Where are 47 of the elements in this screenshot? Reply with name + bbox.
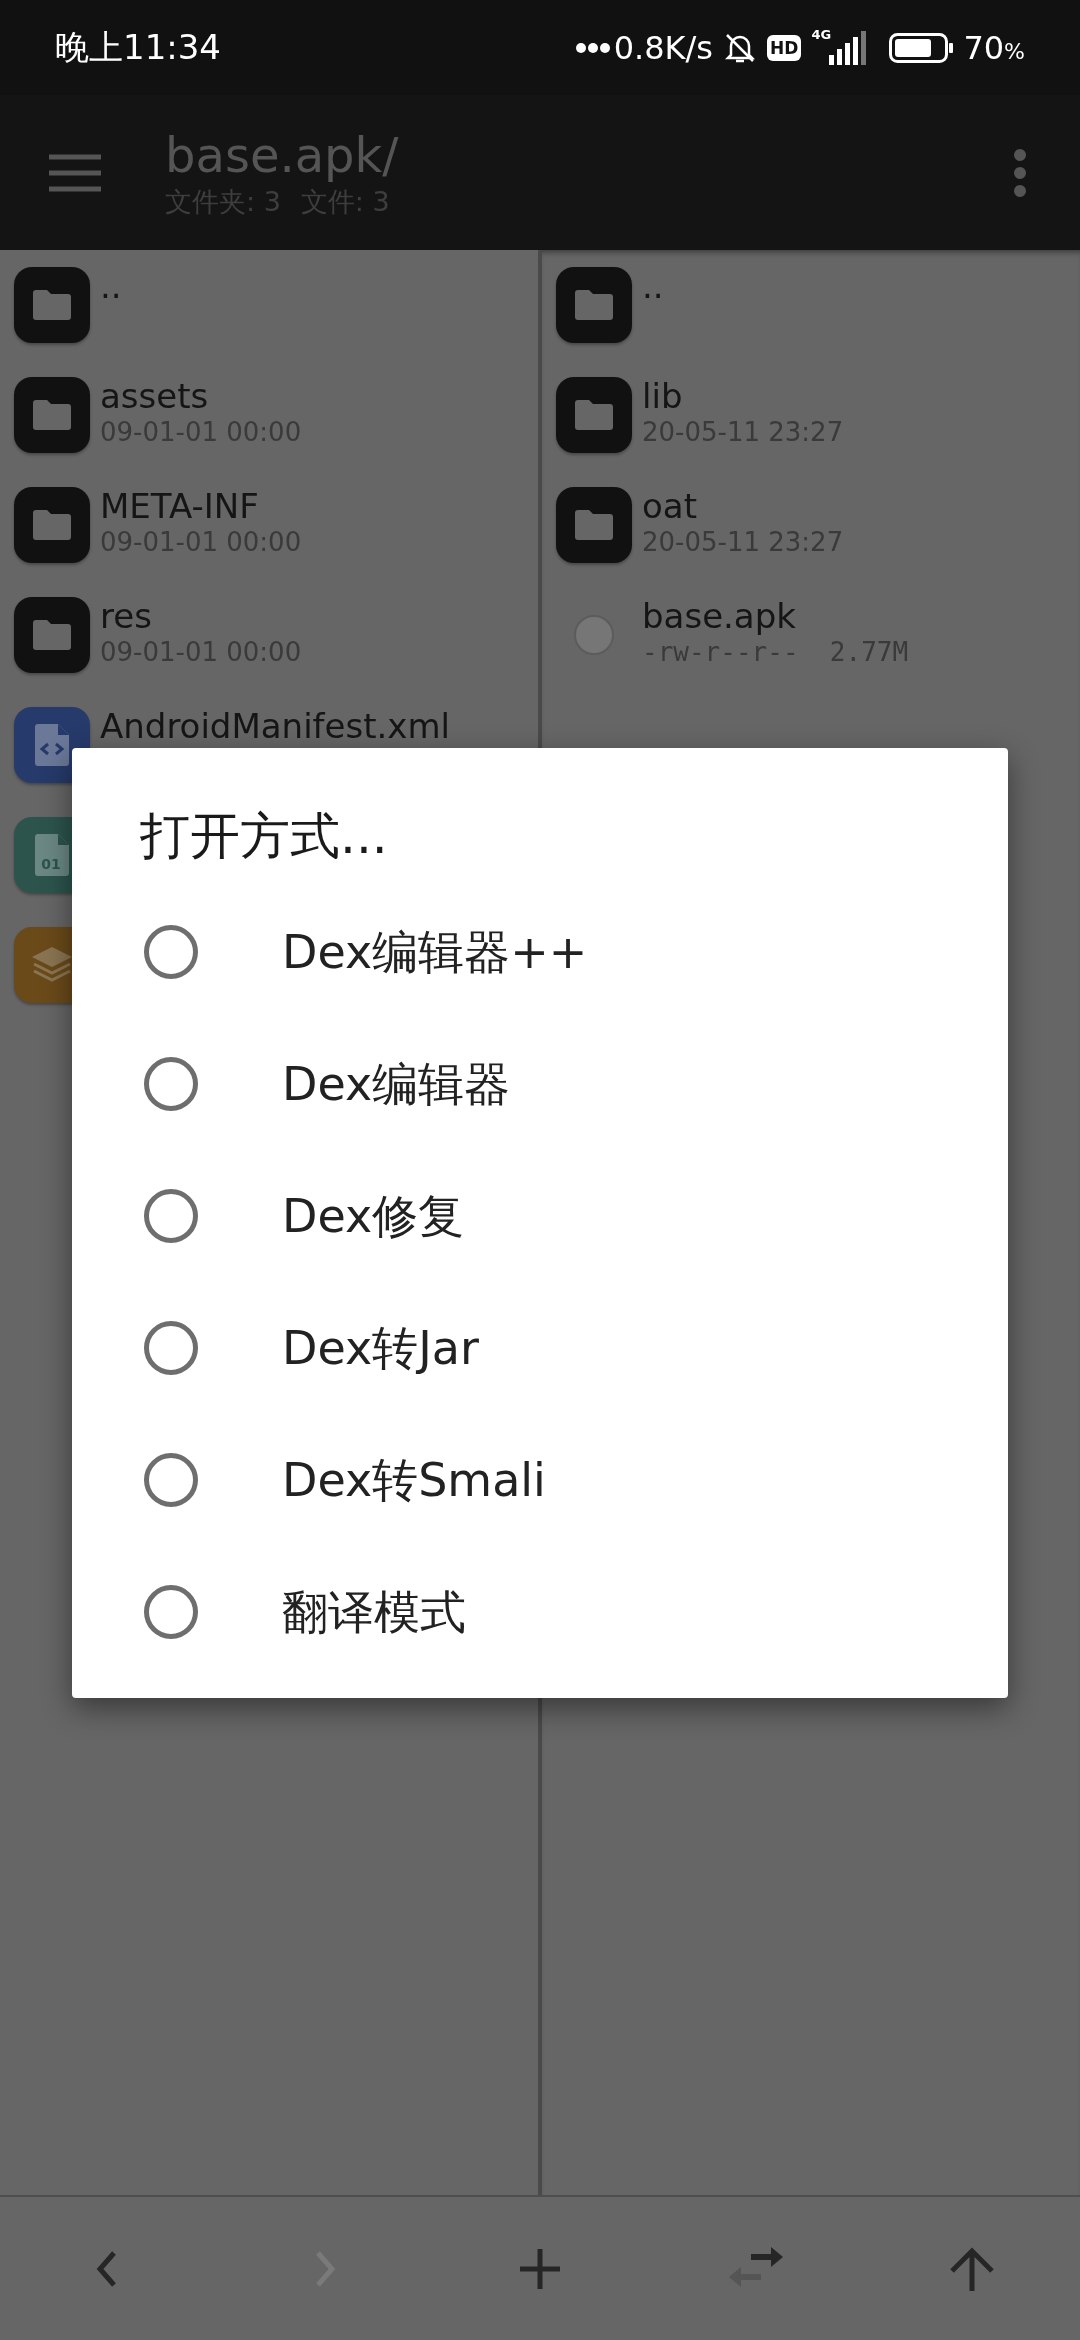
folder-icon (14, 487, 90, 563)
battery-percent: 70% (963, 27, 1025, 69)
option-row[interactable]: Dex转Smali (72, 1414, 1008, 1546)
folder-icon (14, 377, 90, 453)
network-speed: 0.8K/s (613, 27, 714, 69)
file-name: AndroidManifest.xml (100, 707, 451, 745)
more-options-icon (1013, 147, 1027, 198)
file-name: META-INF (100, 487, 260, 525)
folder-icon (556, 267, 632, 343)
dialog-title: 打开方式... (140, 806, 389, 867)
folder-icon (14, 597, 90, 673)
folder-title: base.apk/ (165, 125, 399, 184)
folder-icon (556, 487, 632, 563)
radio-button[interactable] (144, 925, 198, 979)
file-name: .. (642, 267, 664, 305)
radio-button[interactable] (144, 1453, 198, 1507)
radio-button[interactable] (144, 1057, 198, 1111)
radio-button[interactable] (144, 1321, 198, 1375)
plus-icon (520, 2248, 560, 2289)
option-row[interactable]: Dex修复 (72, 1150, 1008, 1282)
option-label: Dex转Jar (282, 1319, 479, 1377)
file-name: base.apk (642, 597, 797, 635)
option-label: Dex转Smali (282, 1451, 546, 1509)
file-name: .. (100, 267, 122, 305)
folder-icon (556, 377, 632, 453)
option-label: Dex编辑器 (282, 1055, 511, 1113)
up-arrow-icon (949, 2246, 995, 2291)
folder-icon (14, 267, 90, 343)
status-time: 晚上11:34 (55, 26, 221, 69)
option-row[interactable]: 翻译模式 (72, 1546, 1008, 1678)
more-notifications-icon (575, 42, 610, 53)
file-name: oat (642, 487, 698, 525)
option-label: Dex修复 (282, 1187, 465, 1245)
radio-button[interactable] (144, 1585, 198, 1639)
file-name: lib (642, 377, 684, 415)
code-file-icon (14, 707, 90, 783)
battery-icon (889, 32, 954, 63)
option-row[interactable]: Dex转Jar (72, 1282, 1008, 1414)
option-label: Dex编辑器++ (282, 923, 588, 981)
option-row[interactable]: Dex编辑器 (72, 1018, 1008, 1150)
app-icon (574, 615, 614, 655)
radio-button[interactable] (144, 1189, 198, 1243)
file-name: res (100, 597, 153, 635)
menu-icon (49, 153, 101, 192)
hd-badge: HD (767, 34, 802, 61)
file-name: assets (100, 377, 210, 415)
option-label: 翻译模式 (282, 1583, 466, 1641)
